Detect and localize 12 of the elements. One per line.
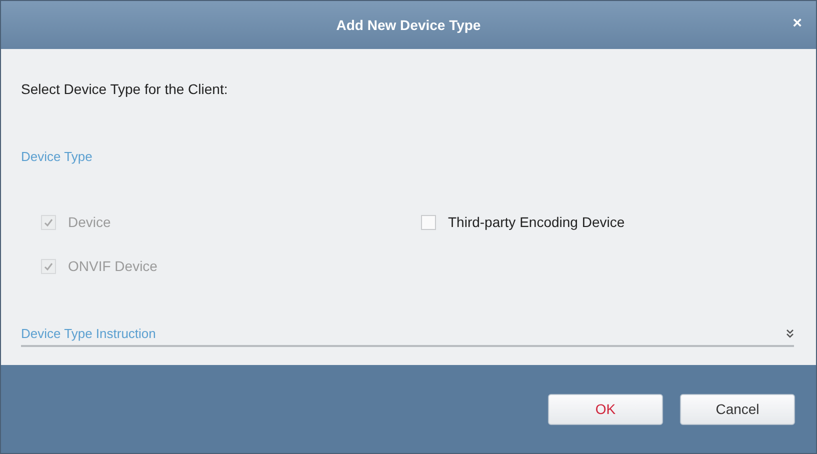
expand-icon[interactable] [786,329,794,338]
ok-button[interactable]: OK [548,394,663,424]
window-title: Add New Device Type [336,17,481,33]
cancel-button[interactable]: Cancel [680,394,795,424]
section-heading: Device Type Instruction [21,326,156,341]
device-type-option[interactable]: Third-party Encoding Device [421,214,794,230]
checkbox[interactable] [421,214,436,230]
check-icon [44,218,53,226]
close-button[interactable]: × [792,15,802,33]
check-icon [44,262,53,270]
section-heading: Device Type [21,149,94,164]
prompt-text: Select Device Type for the Client: [21,81,229,97]
